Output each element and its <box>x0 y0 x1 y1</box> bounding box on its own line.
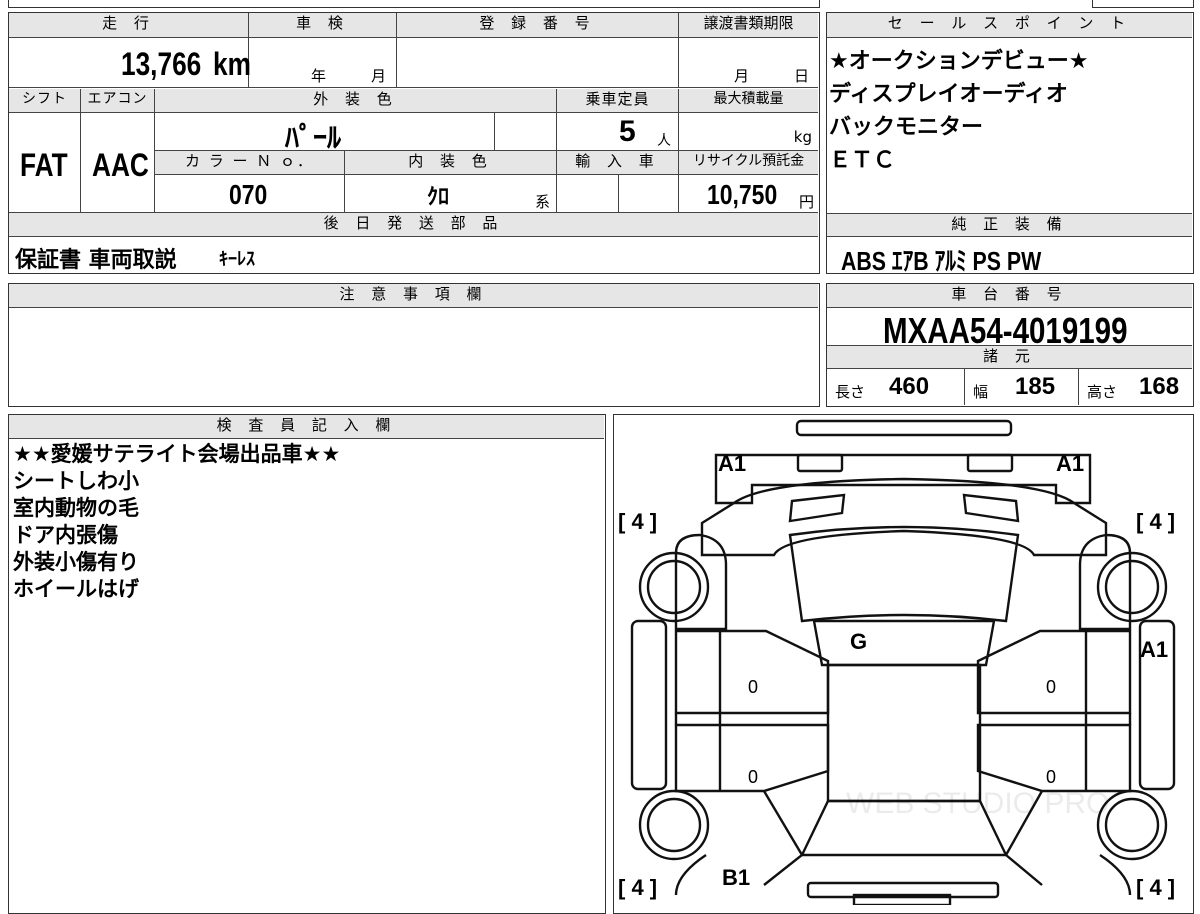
aircon-label: エアコン <box>81 89 155 113</box>
mark-tire-fr: [ 4 ] <box>1136 509 1176 534</box>
mileage-label: 走 行 <box>9 13 249 38</box>
mark-right-side: A1 <box>1140 637 1169 662</box>
top-cutoff-strip-right <box>1092 0 1194 8</box>
notes-box: 注 意 事 項 欄 <box>8 283 820 407</box>
sales-point-item: ★オークションデビュー★ <box>829 49 1089 74</box>
height-value: 168 <box>1139 373 1180 400</box>
length-label: 長さ <box>835 383 866 401</box>
notes-content <box>9 308 818 404</box>
inspection-label: 車 検 <box>249 13 397 38</box>
inspector-label: 検 査 員 記 入 欄 <box>9 415 604 439</box>
capacity-label: 乗車定員 <box>557 89 679 113</box>
later-shipping-value: 保証書 車両取説 <box>15 248 177 273</box>
notes-label: 注 意 事 項 欄 <box>9 284 818 308</box>
recycle-label: リサイクル預託金 <box>679 151 818 175</box>
mark-tire-fl: [ 4 ] <box>618 509 658 534</box>
mileage-unit: km <box>213 46 251 82</box>
capacity-value: 5 <box>619 115 636 148</box>
sales-points-label: セ ー ル ス ポ イ ン ト <box>827 13 1192 38</box>
transfer-deadline-label: 譲渡書類期限 <box>679 13 818 38</box>
shift-label: シフト <box>9 89 81 113</box>
sales-point-item: バックモニター <box>829 115 984 140</box>
max-load-unit: kg <box>793 128 812 146</box>
aircon-value: AAC <box>92 147 149 183</box>
mileage-value: 13,766 <box>121 46 202 82</box>
recycle-unit: 円 <box>798 193 814 211</box>
car-diagram <box>630 419 1176 905</box>
mark-door-fr: 0 <box>1046 677 1057 697</box>
equipment-value: ABS ｴｱB ｱﾙﾐ PS PW <box>841 246 1042 276</box>
equipment-label: 純 正 装 備 <box>827 213 1192 237</box>
height-label: 高さ <box>1087 383 1118 401</box>
transfer-month-label: 月 <box>734 67 750 85</box>
mark-rear-left: B1 <box>722 865 751 890</box>
chassis-box: 車 台 番 号 MXAA54-4019199 諸 元 長さ 460 幅 185 … <box>826 283 1194 407</box>
mark-tire-rl: [ 4 ] <box>618 875 658 900</box>
inspector-line: ドア内張傷 <box>13 523 118 547</box>
inspection-year-label: 年 <box>311 67 327 85</box>
top-cutoff-strip <box>8 0 820 8</box>
sales-points-box: セ ー ル ス ポ イ ン ト ★オークションデビュー★ ディスプレイオーディオ… <box>826 12 1194 276</box>
import-car-label: 輸 入 車 <box>557 151 679 175</box>
width-value: 185 <box>1015 373 1056 400</box>
max-load-label: 最大積載量 <box>679 89 818 113</box>
inspector-line: 外装小傷有り <box>13 550 139 574</box>
mark-door-rr: 0 <box>1046 767 1057 787</box>
inspector-line: ホイールはげ <box>13 577 139 601</box>
later-shipping-keyless: ｷｰﾚｽ <box>219 249 255 270</box>
interior-color-value: ｸﾛ <box>427 185 450 210</box>
vehicle-info-table: 走 行 車 検 登 録 番 号 譲渡書類期限 13,766 km 年 月 月 日… <box>8 12 820 274</box>
inspector-box: 検 査 員 記 入 欄 ★★愛媛サテライト会場出品車★★ シートしわ小 室内動物… <box>8 414 606 914</box>
color-no-value: 070 <box>229 179 268 210</box>
shift-value: FAT <box>20 147 68 183</box>
mark-door-fl: 0 <box>748 677 759 697</box>
sales-point-item: ＥＴＣ <box>829 148 896 173</box>
inspector-line: 室内動物の毛 <box>13 496 139 520</box>
color-no-label: カ ラ ー Ｎ ｏ． <box>155 151 345 175</box>
mark-tire-rr: [ 4 ] <box>1136 875 1176 900</box>
capacity-unit: 人 <box>657 133 671 149</box>
transfer-day-label: 日 <box>794 67 810 85</box>
recycle-value: 10,750 <box>707 179 778 210</box>
registration-value <box>397 38 679 88</box>
interior-color-suffix: 系 <box>535 193 551 211</box>
chassis-label: 車 台 番 号 <box>827 284 1192 308</box>
width-label: 幅 <box>973 383 989 401</box>
watermark: WEB STUDIO PRO <box>846 787 1110 820</box>
later-shipping-label: 後 日 発 送 部 品 <box>9 213 818 237</box>
length-value: 460 <box>889 373 930 400</box>
registration-label: 登 録 番 号 <box>397 13 679 38</box>
mark-front-left: A1 <box>718 451 747 476</box>
exterior-color-value: ﾊﾟｰﾙ <box>285 121 342 154</box>
mark-front-right: A1 <box>1056 451 1085 476</box>
sales-point-item: ディスプレイオーディオ <box>829 82 1068 107</box>
exterior-color-label: 外 装 色 <box>155 89 557 113</box>
mark-windshield: G <box>850 629 868 654</box>
interior-color-label: 内 装 色 <box>345 151 557 175</box>
inspector-line: ★★愛媛サテライト会場出品車★★ <box>13 442 341 466</box>
inspection-month-label: 月 <box>371 67 387 85</box>
inspector-line: シートしわ小 <box>13 469 139 493</box>
car-diagram-box: A1 A1 [ 4 ] [ 4 ] G A1 0 0 0 0 B1 [ 4 ] … <box>613 414 1194 914</box>
mark-door-rl: 0 <box>748 767 759 787</box>
specs-label: 諸 元 <box>827 346 1192 369</box>
